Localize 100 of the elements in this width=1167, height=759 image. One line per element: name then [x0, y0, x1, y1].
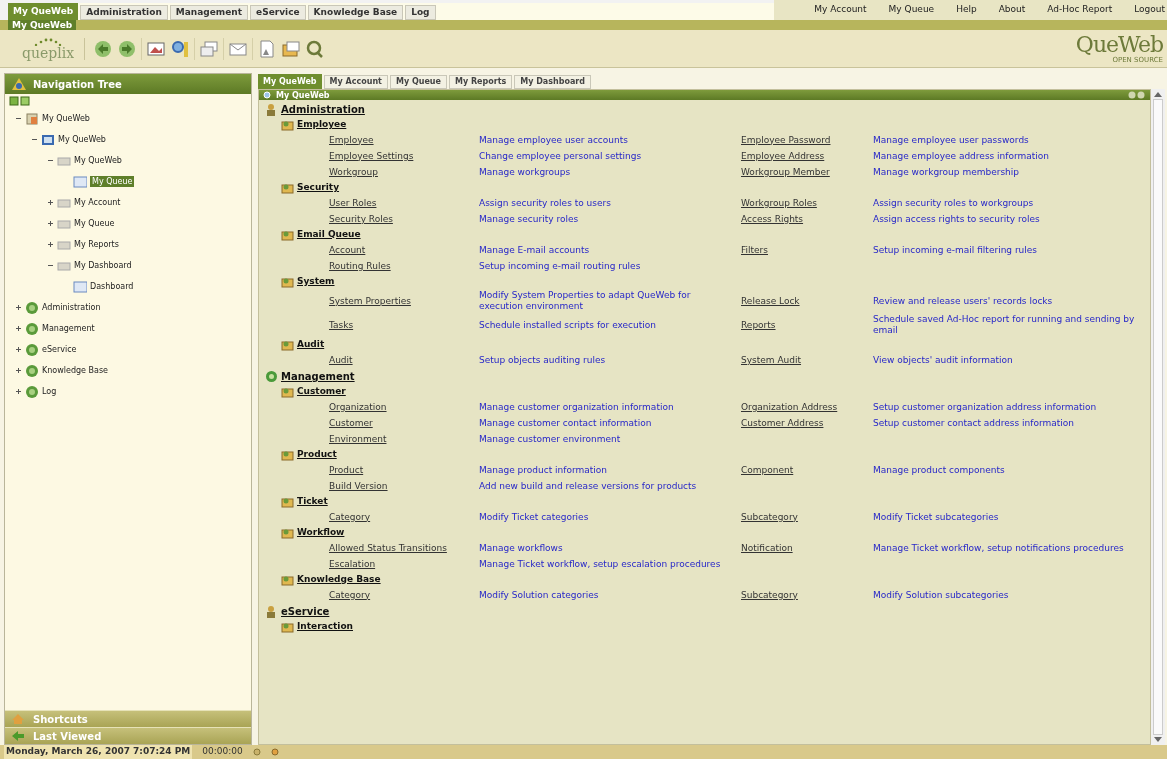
description-link[interactable]: Assign security roles to workgroups: [873, 197, 1150, 209]
description-link[interactable]: Assign security roles to users: [479, 197, 741, 209]
menu-tab[interactable]: Management: [169, 5, 249, 20]
content-tab[interactable]: My Reports: [448, 75, 513, 89]
item-link[interactable]: Audit: [329, 354, 479, 366]
item-link[interactable]: Routing Rules: [329, 260, 479, 272]
expand-all-icon[interactable]: [9, 96, 19, 106]
group-link[interactable]: System: [297, 274, 335, 289]
content-tab[interactable]: My Account: [323, 75, 388, 89]
description-link[interactable]: Modify Solution categories: [479, 589, 741, 601]
item-link[interactable]: Reports: [741, 319, 873, 331]
description-link[interactable]: Manage security roles: [479, 213, 741, 225]
group-link[interactable]: Employee: [297, 117, 347, 132]
group-link[interactable]: Interaction: [297, 619, 353, 634]
group-link[interactable]: Email Queue: [297, 227, 361, 242]
description-link[interactable]: Change employee personal settings: [479, 150, 741, 162]
description-link[interactable]: Manage E-mail accounts: [479, 244, 741, 256]
expand-icon[interactable]: [15, 367, 22, 374]
description-link[interactable]: Manage product information: [479, 464, 741, 476]
item-link[interactable]: Environment: [329, 433, 479, 445]
tree-item[interactable]: Dashboard: [90, 281, 134, 292]
item-link[interactable]: Build Version: [329, 480, 479, 492]
group-link[interactable]: Customer: [297, 384, 346, 399]
item-link[interactable]: User Roles: [329, 197, 479, 209]
item-link[interactable]: Employee: [329, 134, 479, 146]
item-link[interactable]: Product: [329, 464, 479, 476]
item-link[interactable]: Workgroup Member: [741, 166, 873, 178]
expand-icon[interactable]: [15, 346, 22, 353]
description-link[interactable]: Setup objects auditing rules: [479, 354, 741, 366]
description-link[interactable]: Manage workgroup membership: [873, 166, 1150, 178]
description-link[interactable]: Setup incoming e-mail routing rules: [479, 260, 741, 272]
collapse-all-icon[interactable]: [20, 96, 30, 106]
description-link[interactable]: Manage employee user accounts: [479, 134, 741, 146]
tree-item[interactable]: My Dashboard: [74, 260, 132, 271]
menu-tab[interactable]: Log: [405, 5, 436, 20]
tree-item[interactable]: My QueWeb: [74, 155, 122, 166]
tree-item[interactable]: Knowledge Base: [42, 365, 108, 376]
description-link[interactable]: Setup customer contact address information: [873, 417, 1150, 429]
item-link[interactable]: Subcategory: [741, 511, 873, 523]
header-link[interactable]: My Account: [814, 3, 867, 17]
tree-item[interactable]: eService: [42, 344, 77, 355]
item-link[interactable]: Workgroup: [329, 166, 479, 178]
expand-icon[interactable]: [15, 304, 22, 311]
description-link[interactable]: Modify System Properties to adapt QueWeb for execution environment: [479, 290, 741, 312]
scroll-up-icon[interactable]: [1154, 91, 1162, 97]
item-link[interactable]: Account: [329, 244, 479, 256]
description-link[interactable]: Manage customer organization information: [479, 401, 741, 413]
item-link[interactable]: Customer Address: [741, 417, 873, 429]
group-link[interactable]: Product: [297, 447, 337, 462]
tree-item[interactable]: Management: [42, 323, 95, 334]
tree-item[interactable]: My Reports: [74, 239, 119, 250]
description-link[interactable]: Modify Solution subcategories: [873, 589, 1150, 601]
tree-item[interactable]: My Queue: [74, 218, 115, 229]
group-link[interactable]: Workflow: [297, 525, 345, 540]
folder-icon[interactable]: [281, 38, 302, 59]
section-link[interactable]: Management: [281, 368, 355, 384]
scroll-down-icon[interactable]: [1154, 737, 1162, 743]
description-link[interactable]: Schedule installed scripts for execution: [479, 319, 741, 331]
content-tab[interactable]: My Dashboard: [514, 75, 591, 89]
item-link[interactable]: Component: [741, 464, 873, 476]
tree-item[interactable]: My QueWeb: [42, 113, 90, 124]
expand-icon[interactable]: [47, 199, 54, 206]
description-link[interactable]: Add new build and release versions for products: [479, 480, 741, 492]
tree-item[interactable]: Log: [42, 386, 57, 397]
item-link[interactable]: Allowed Status Transitions: [329, 542, 479, 554]
item-link[interactable]: Category: [329, 511, 479, 523]
section-link[interactable]: eService: [281, 603, 330, 619]
description-link[interactable]: Manage product components: [873, 464, 1150, 476]
description-link[interactable]: Manage Ticket workflow, setup notifications procedures: [873, 542, 1150, 554]
item-link[interactable]: Organization: [329, 401, 479, 413]
description-link[interactable]: Manage employee user passwords: [873, 134, 1150, 146]
header-link[interactable]: Ad-Hoc Report: [1047, 3, 1113, 17]
description-link[interactable]: Setup incoming e-mail filtering rules: [873, 244, 1150, 256]
magnifier-icon[interactable]: [170, 38, 191, 59]
item-link[interactable]: Escalation: [329, 558, 479, 570]
tree-item[interactable]: Administration: [42, 302, 101, 313]
description-link[interactable]: Manage customer contact information: [479, 417, 741, 429]
collapse-icon[interactable]: [31, 136, 38, 143]
description-link[interactable]: Modify Ticket subcategories: [873, 511, 1150, 523]
item-link[interactable]: Category: [329, 589, 479, 601]
description-link[interactable]: Manage employee address information: [873, 150, 1150, 162]
description-link[interactable]: Manage customer environment: [479, 433, 741, 445]
item-link[interactable]: Workgroup Roles: [741, 197, 873, 209]
content-tab[interactable]: My QueWeb: [258, 74, 322, 89]
menu-tab[interactable]: eService: [250, 5, 306, 20]
item-link[interactable]: Notification: [741, 542, 873, 554]
item-link[interactable]: Security Roles: [329, 213, 479, 225]
description-link[interactable]: View objects' audit information: [873, 354, 1150, 366]
item-link[interactable]: Employee Password: [741, 134, 873, 146]
header-link[interactable]: About: [998, 3, 1026, 17]
group-link[interactable]: Knowledge Base: [297, 572, 381, 587]
description-link[interactable]: Setup customer organization address information: [873, 401, 1150, 413]
expand-icon[interactable]: [47, 220, 54, 227]
description-link[interactable]: Manage workgroups: [479, 166, 741, 178]
description-link[interactable]: Assign access rights to security roles: [873, 213, 1150, 225]
expand-icon[interactable]: [47, 241, 54, 248]
item-link[interactable]: Release Lock: [741, 295, 873, 307]
description-link[interactable]: Review and release users' records locks: [873, 295, 1150, 307]
header-link[interactable]: Help: [956, 3, 977, 17]
description-link[interactable]: Manage Ticket workflow, setup escalation procedures: [479, 558, 741, 570]
